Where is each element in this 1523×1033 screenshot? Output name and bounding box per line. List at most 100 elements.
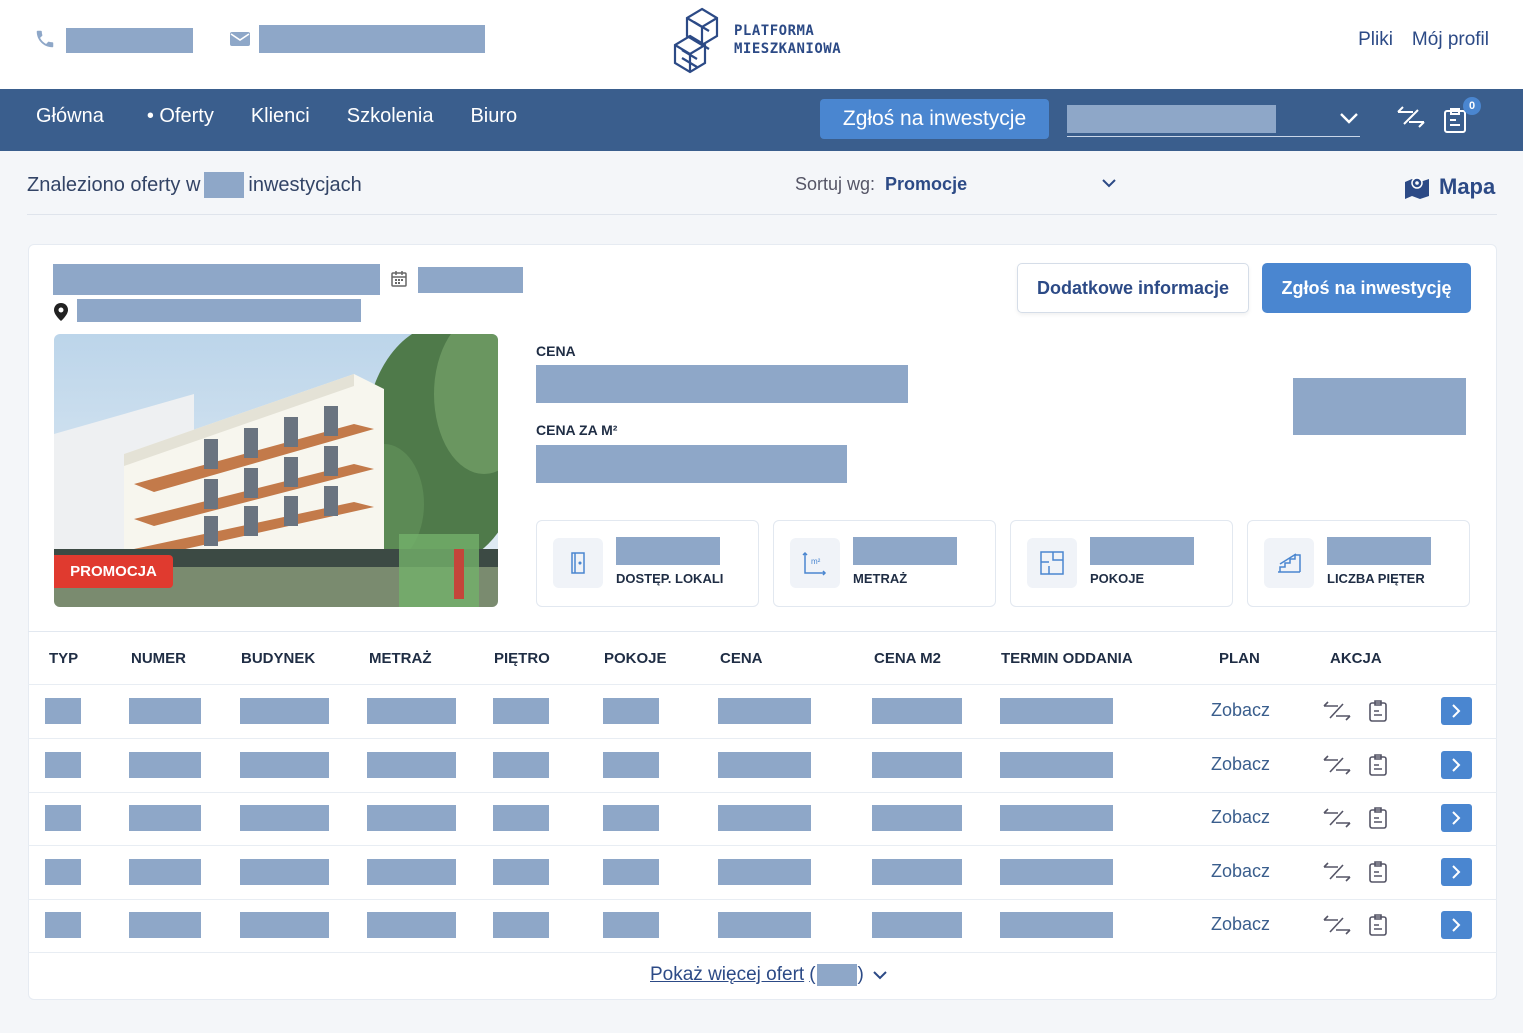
nav-item-office[interactable]: Biuro (470, 105, 517, 128)
table-cell-redacted (603, 859, 659, 885)
cart-count-badge: 0 (1463, 97, 1481, 115)
chevron-right-icon (1452, 758, 1461, 772)
investment-name-redacted (53, 264, 380, 295)
table-cell-redacted (1000, 859, 1113, 885)
chevron-right-icon (1452, 918, 1461, 932)
plan-view-link[interactable]: Zobacz (1211, 807, 1270, 828)
table-cell-redacted (603, 698, 659, 724)
table-cell-redacted (718, 859, 811, 885)
open-offer-button[interactable] (1441, 858, 1472, 886)
sort-control[interactable]: Sortuj wg: Promocje (795, 174, 967, 195)
nav-item-home[interactable]: Główna (36, 105, 104, 128)
add-to-clipboard-icon[interactable] (1368, 753, 1388, 777)
col-header-price-m2[interactable]: CENA M2 (874, 650, 941, 667)
stairs-icon (1278, 553, 1301, 573)
col-header-price[interactable]: CENA (720, 650, 763, 667)
investment-select[interactable] (1067, 105, 1360, 137)
nav-menu: Główna • Oferty Klienci Szkolenia Biuro (36, 105, 554, 128)
table-cell-redacted (240, 805, 329, 831)
show-more-label[interactable]: Pokaż więcej ofert (650, 964, 804, 986)
table-cell-redacted (872, 859, 962, 885)
col-header-completion[interactable]: TERMIN ODDANIA (1001, 650, 1133, 667)
price-per-m2-redacted (536, 445, 847, 483)
show-more-paren-open: ( (809, 964, 816, 985)
table-cell-redacted (872, 912, 962, 938)
table-cell-redacted (493, 752, 549, 778)
top-links: Pliki Mój profil (1358, 29, 1489, 51)
add-to-clipboard-icon[interactable] (1368, 860, 1388, 884)
show-more-offers[interactable]: Pokaż więcej ofert ( ) (650, 964, 888, 986)
stat-value-redacted (853, 537, 957, 565)
promo-badge: PROMOCJA (54, 555, 173, 588)
open-offer-button[interactable] (1441, 751, 1472, 779)
price-per-m2-label: CENA ZA M² (536, 422, 618, 438)
open-offer-button[interactable] (1441, 911, 1472, 939)
remaining-count-redacted (816, 964, 857, 986)
table-cell-redacted (367, 912, 456, 938)
row-divider (28, 738, 1497, 739)
nav-item-trainings[interactable]: Szkolenia (347, 105, 434, 128)
table-cell-redacted (367, 698, 456, 724)
table-cell-redacted (872, 698, 962, 724)
table-cell-redacted (45, 859, 81, 885)
table-cell-redacted (45, 805, 81, 831)
table-cell-redacted (45, 752, 81, 778)
table-header-divider (28, 684, 1497, 685)
table-cell-redacted (1000, 805, 1113, 831)
compare-icon[interactable] (1322, 913, 1352, 937)
row-divider (28, 792, 1497, 793)
compare-icon[interactable] (1395, 104, 1427, 130)
table-cell-redacted (872, 805, 962, 831)
stat-rooms: POKOJE (1010, 520, 1233, 607)
table-cell-redacted (493, 859, 549, 885)
add-to-clipboard-icon[interactable] (1368, 699, 1388, 723)
additional-info-button[interactable]: Dodatkowe informacje (1017, 263, 1249, 313)
plan-view-link[interactable]: Zobacz (1211, 861, 1270, 882)
col-header-rooms[interactable]: POKOJE (604, 650, 667, 667)
table-cell-redacted (129, 859, 201, 885)
col-header-plan: PLAN (1219, 650, 1260, 667)
sort-value[interactable]: Promocje (885, 174, 967, 195)
stat-floors: LICZBA PIĘTER (1247, 520, 1470, 607)
row-divider (28, 952, 1497, 953)
col-header-building[interactable]: BUDYNEK (241, 650, 315, 667)
apply-investment-nav-button[interactable]: Zgłoś na inwestycje (820, 99, 1049, 139)
sort-label: Sortuj wg: (795, 174, 876, 194)
table-cell-redacted (1000, 912, 1113, 938)
plan-view-link[interactable]: Zobacz (1211, 700, 1270, 721)
nav-item-offers[interactable]: • Oferty (147, 105, 214, 128)
open-offer-button[interactable] (1441, 804, 1472, 832)
plan-view-link[interactable]: Zobacz (1211, 754, 1270, 775)
compare-icon[interactable] (1322, 699, 1352, 723)
col-header-floor[interactable]: PIĘTRO (494, 650, 550, 667)
col-header-type[interactable]: TYP (49, 650, 78, 667)
col-header-area[interactable]: METRAŻ (369, 650, 432, 667)
add-to-clipboard-icon[interactable] (1368, 806, 1388, 830)
chevron-down-icon[interactable] (1101, 176, 1117, 190)
investment-date-redacted (418, 267, 523, 293)
add-to-clipboard-icon[interactable] (1368, 913, 1388, 937)
compare-icon[interactable] (1322, 860, 1352, 884)
my-profile-link[interactable]: Mój profil (1412, 29, 1489, 51)
map-label: Mapa (1439, 174, 1496, 199)
area-icon: m² (802, 551, 827, 576)
table-cell-redacted (718, 805, 811, 831)
door-icon (571, 552, 585, 574)
map-link[interactable]: Mapa (1403, 174, 1495, 200)
col-header-number[interactable]: NUMER (131, 650, 186, 667)
email-redacted (259, 25, 485, 53)
nav-item-clients[interactable]: Klienci (251, 105, 310, 128)
compare-icon[interactable] (1322, 806, 1352, 830)
open-offer-button[interactable] (1441, 697, 1472, 725)
logo[interactable]: PLATFORMA MIESZKANIOWA (672, 6, 842, 78)
col-header-action: AKCJA (1330, 650, 1382, 667)
table-cell-redacted (718, 912, 811, 938)
table-cell-redacted (240, 698, 329, 724)
table-cell-redacted (493, 698, 549, 724)
compare-icon[interactable] (1322, 753, 1352, 777)
plan-view-link[interactable]: Zobacz (1211, 914, 1270, 935)
apply-investment-button[interactable]: Zgłoś na inwestycję (1262, 263, 1471, 313)
stat-caption: LICZBA PIĘTER (1327, 571, 1425, 586)
summary-suffix: inwestycjach (248, 173, 362, 196)
files-link[interactable]: Pliki (1358, 29, 1393, 51)
